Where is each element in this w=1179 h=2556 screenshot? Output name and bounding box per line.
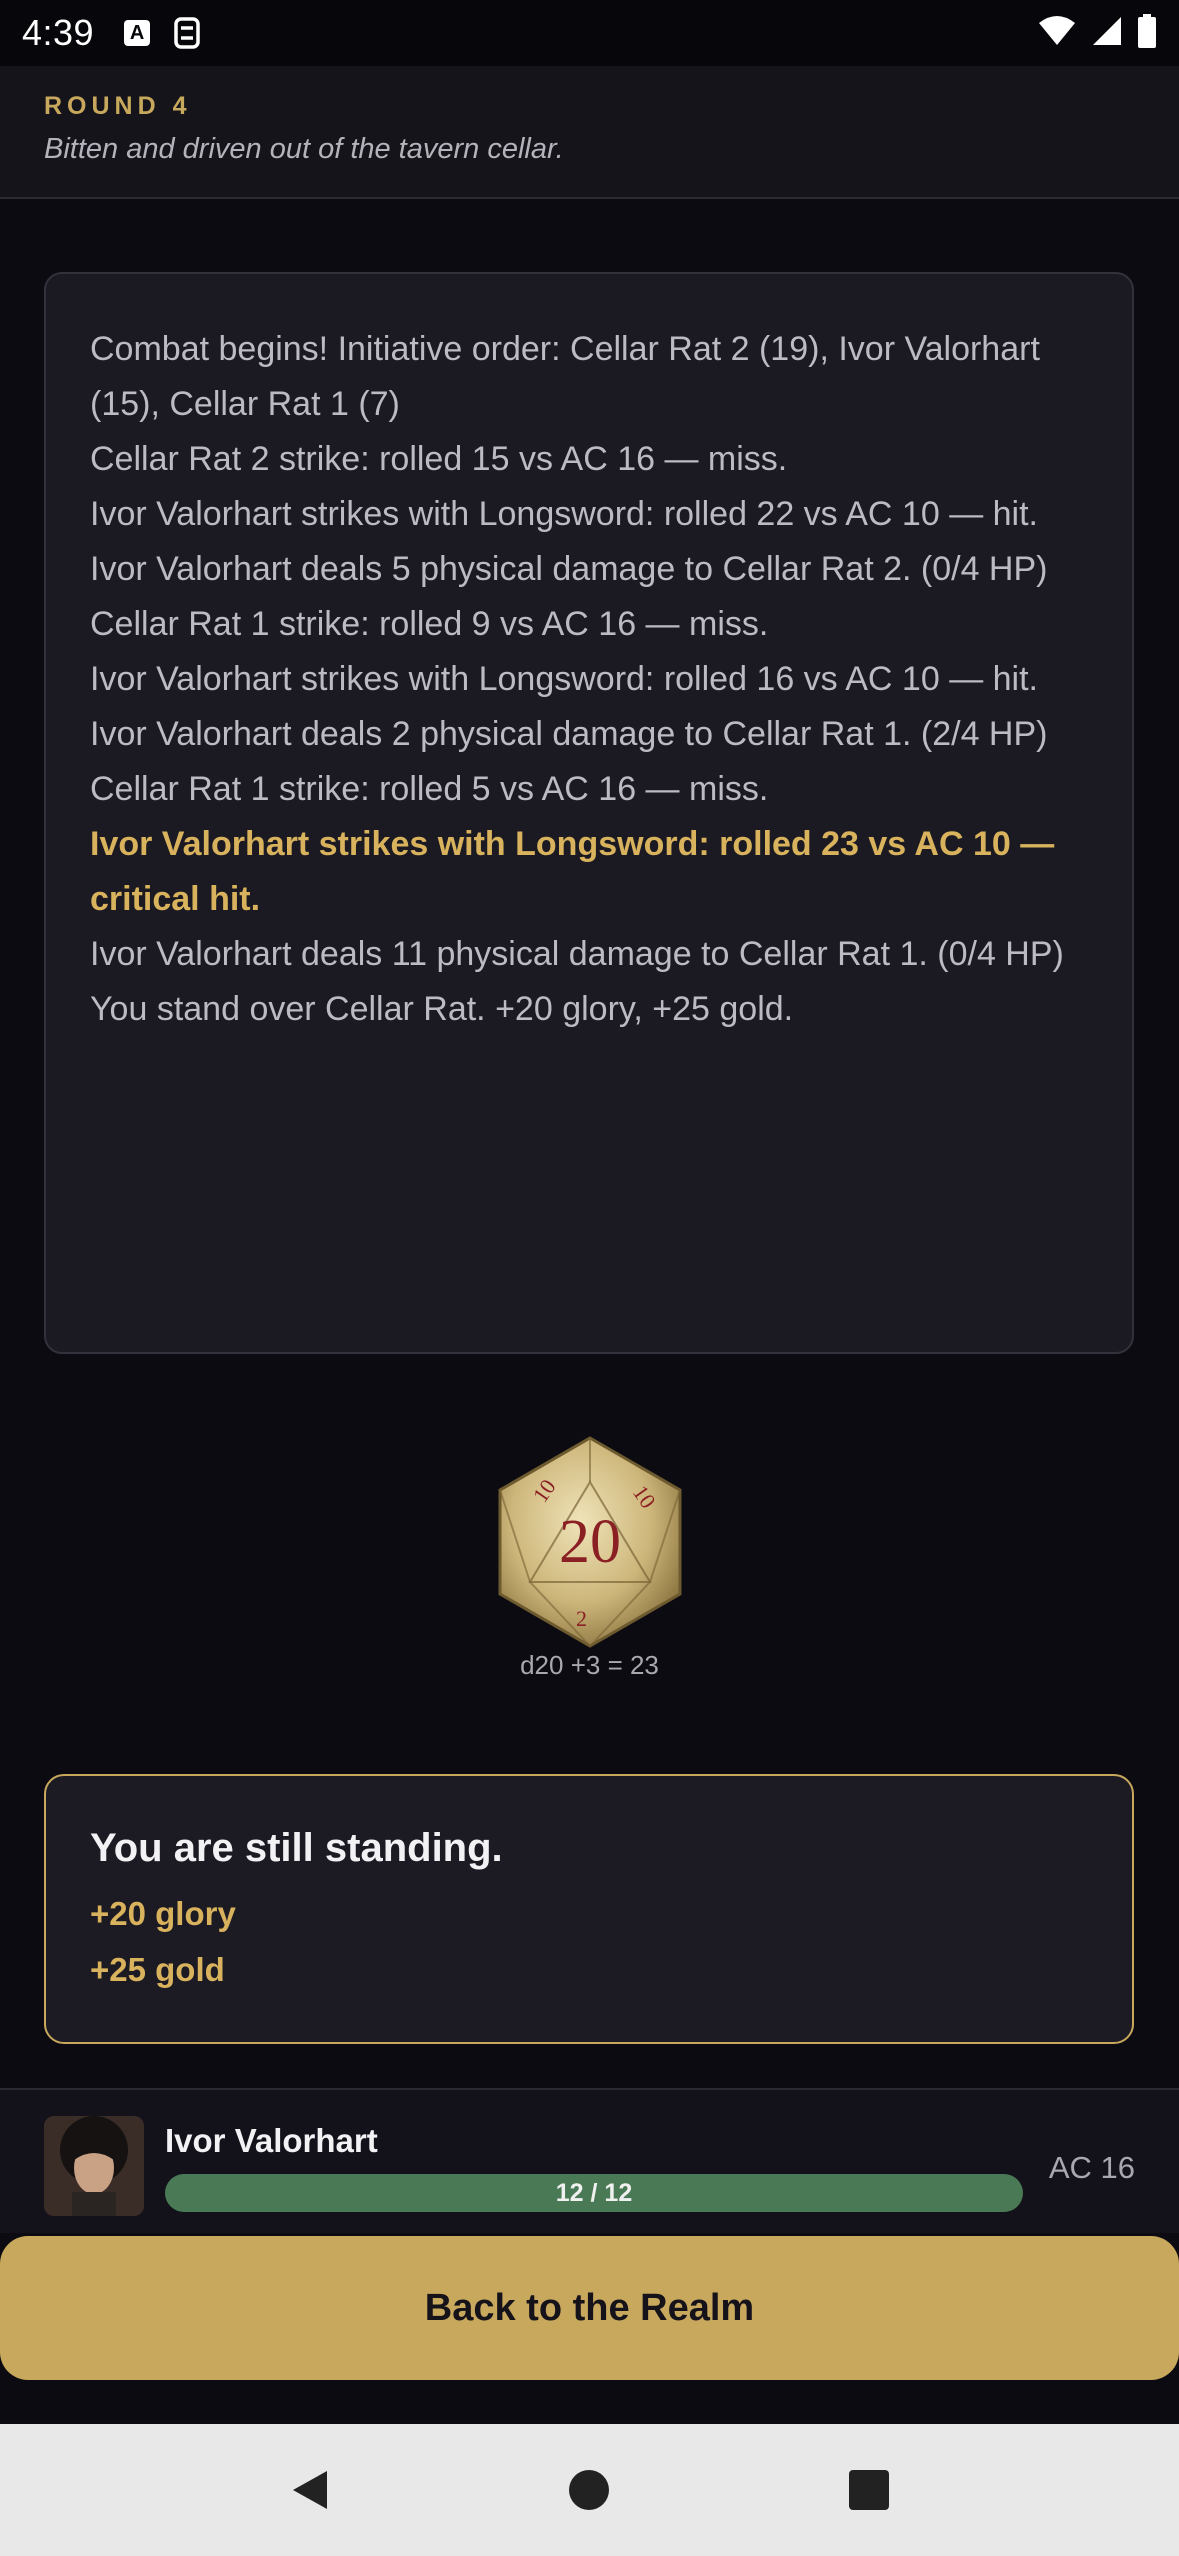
result-card: You are still standing. +20 glory +25 go… (44, 1774, 1134, 2044)
log-line: Cellar Rat 2 strike: rolled 15 vs AC 16 … (90, 440, 788, 478)
status-bar: 4:39 A (0, 0, 1179, 66)
d20-die-icon: 10 10 2 20 (480, 1432, 700, 1652)
system-nav-bar (0, 2424, 1179, 2556)
gold-reward: +25 gold (90, 1951, 225, 1988)
status-time: 4:39 (22, 12, 95, 53)
result-title: You are still standing. (90, 1826, 503, 1870)
back-nav-icon[interactable] (280, 2460, 340, 2520)
svg-text:2: 2 (576, 1606, 587, 1631)
log-line-critical: Ivor Valorhart strikes with Longsword: r… (90, 825, 1055, 918)
round-subtitle: Bitten and driven out of the tavern cell… (44, 133, 564, 165)
glory-reward: +20 glory (90, 1895, 236, 1932)
log-line: Cellar Rat 1 strike: rolled 9 vs AC 16 —… (90, 605, 769, 643)
sync-icon (172, 16, 202, 50)
log-line: Ivor Valorhart deals 11 physical damage … (90, 935, 1064, 973)
home-nav-icon[interactable] (559, 2460, 619, 2520)
a-badge-icon: A (124, 20, 151, 46)
battery-icon (1137, 13, 1157, 53)
log-line: Ivor Valorhart strikes with Longsword: r… (90, 495, 1038, 533)
die-face: 20 (559, 1508, 621, 1576)
armor-class: AC 16 (1048, 2150, 1135, 2185)
log-line: You stand over Cellar Rat. +20 glory, +2… (90, 990, 794, 1028)
recents-nav-icon[interactable] (839, 2460, 899, 2520)
hp-bar: 12 / 12 (165, 2174, 1023, 2212)
die-roll-caption: d20 +3 = 23 (520, 1650, 659, 1680)
character-bar: Ivor Valorhart 12 / 12 AC 16 (0, 2088, 1179, 2233)
combat-log: Combat begins! Initiative order: Cellar … (44, 272, 1134, 1354)
log-line: Ivor Valorhart strikes with Longsword: r… (90, 660, 1038, 698)
round-header: ROUND 4 Bitten and driven out of the tav… (0, 66, 1179, 199)
log-line: Ivor Valorhart deals 2 physical damage t… (90, 715, 1048, 753)
round-label: ROUND 4 (44, 92, 192, 120)
log-line: Combat begins! Initiative order: Cellar … (90, 330, 1040, 423)
status-indicators (1037, 13, 1157, 53)
signal-icon (1091, 15, 1123, 52)
hp-text: 12 / 12 (555, 2178, 633, 2207)
log-line: Ivor Valorhart deals 5 physical damage t… (90, 550, 1048, 588)
character-name: Ivor Valorhart (165, 2122, 378, 2159)
log-line: Cellar Rat 1 strike: rolled 5 vs AC 16 —… (90, 770, 769, 808)
wifi-icon (1037, 15, 1077, 52)
back-to-realm-button[interactable]: Back to the Realm (0, 2236, 1179, 2380)
avatar[interactable] (44, 2116, 144, 2216)
